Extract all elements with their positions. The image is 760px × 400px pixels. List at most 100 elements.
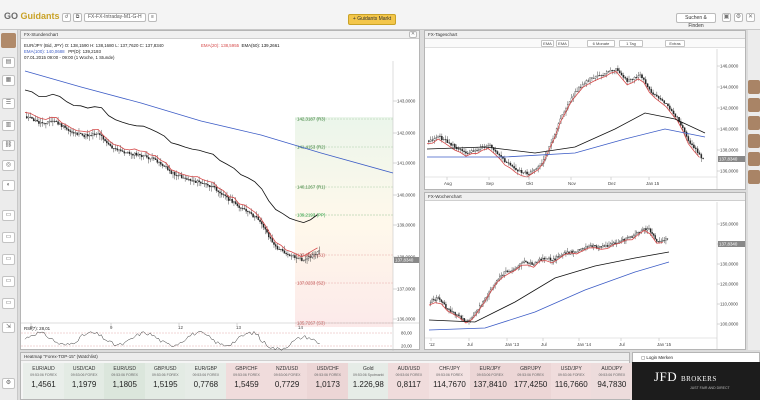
back-icon[interactable]: ↺ [62, 13, 71, 22]
search-button[interactable]: Suchen & Finden [676, 13, 716, 29]
login-remember[interactable]: ▢ Login Merken [641, 355, 673, 361]
heatmap-tile[interactable]: EUR/JPY 09:53:06 FOREX 137,8410 [469, 363, 511, 399]
sidebar-table-icon[interactable]: ▥ [2, 120, 15, 131]
daily-candle [589, 77, 591, 82]
sidebar-gauge-icon[interactable]: ◐ [2, 180, 15, 191]
daily-ema-button-1[interactable]: EMA [541, 40, 554, 47]
daily-candle [459, 148, 462, 150]
hourly-candle [316, 251, 319, 255]
daily-candle [672, 110, 675, 114]
daily-candle [618, 70, 621, 74]
sidebar-grid-icon[interactable]: ▦ [2, 75, 15, 86]
hourly-candle [193, 180, 195, 182]
hourly-last-price: 137,8340 [395, 258, 414, 263]
guidants-logo[interactable]: GO Guidants [4, 11, 60, 21]
daily-interval-select[interactable]: 1 Tag [619, 40, 643, 47]
heatmap-tile[interactable]: EUR/GBP 09:53:06 FOREX 0,7768 [185, 363, 227, 399]
sidebar-globe-icon[interactable]: ◎ [2, 160, 15, 171]
hourly-candle [184, 177, 186, 179]
weekly-candle [545, 258, 547, 260]
heatmap-tile[interactable]: GBP/CHF 09:53:06 FOREX 1,5459 [226, 363, 267, 399]
sidebar-layout-icon[interactable]: ▭ [2, 254, 15, 265]
sidebar-settings-icon[interactable]: ⚙ [2, 378, 15, 389]
guidants-markt-button[interactable]: + Guidants Markt [348, 14, 396, 25]
hourly-candle [220, 192, 223, 195]
hourly-chart-canvas[interactable]: 142,3187 (R3)141,4153 (R2)140,1267 (R1)1… [21, 61, 419, 351]
daily-candle [442, 139, 445, 141]
heatmap-tile[interactable]: AUD/JPY 09:53:06 FOREX 94,7830 [591, 363, 633, 399]
daily-candle [580, 86, 582, 88]
expert-avatar-1[interactable] [748, 80, 760, 94]
daily-candle [702, 157, 704, 159]
notification-icon[interactable]: ▣ [722, 13, 731, 22]
weekly-candle [586, 246, 589, 248]
jfd-brokers-logo[interactable]: JFD BROKERS JUST FAIR AND DIRECT [632, 362, 760, 400]
sidebar-expand-icon[interactable]: ⇲ [2, 322, 15, 333]
heatmap-tile[interactable]: USD/CHF 09:53:06 FOREX 1,0173 [307, 363, 349, 399]
heatmap-tile[interactable]: GBP/USD 09:53:06 FOREX 1,5195 [144, 363, 186, 399]
heatmap-tile[interactable]: USD/CAD 09:53:06 FOREX 1,1979 [63, 363, 105, 399]
hourly-candle [287, 253, 289, 255]
sidebar-panel-icon[interactable]: ▭ [2, 276, 15, 287]
sidebar-box-icon[interactable]: ▭ [2, 298, 15, 309]
hourly-candle [315, 254, 317, 255]
heatmap-tile[interactable]: USD/JPY 09:53:06 FOREX 116,7660 [550, 363, 592, 399]
menu-icon[interactable]: ≡ [148, 13, 157, 22]
user-avatar[interactable] [1, 33, 16, 48]
tile-time: 09:53:06 FOREX [192, 373, 220, 377]
heatmap-tile[interactable]: CHF/JPY 09:53:06 FOREX 114,7670 [429, 363, 470, 399]
heatmap-tile[interactable]: Gold 09:53:06 Spotmarkt 1.226,98 [347, 363, 389, 399]
daily-period-select[interactable]: 6 Monate [587, 40, 615, 47]
sidebar-monitor-icon[interactable]: ▭ [2, 232, 15, 243]
tile-time: 09:53:06 FOREX [436, 373, 463, 377]
daily-ema-button-2[interactable]: EMA [556, 40, 569, 47]
weekly-candle [574, 251, 576, 253]
hourly-rsi-line [24, 330, 320, 351]
daily-chart-canvas[interactable]: 146,0000 144,0000 142,0000 140,0000 138,0000… [425, 49, 745, 189]
daily-candle [528, 173, 530, 175]
heatmap-tile[interactable]: AUD/USD 09:53:06 FOREX 0,8117 [388, 363, 430, 399]
sidebar-chart-icon[interactable]: ▤ [2, 57, 15, 68]
weekly-chart-canvas[interactable]: 150,0000140,0000130,0000120,0000110,0000… [425, 202, 745, 350]
tile-symbol: GBP/USD [154, 366, 177, 372]
hourly-close-icon[interactable]: ✕ [409, 31, 417, 38]
hourly-range: 07.01.2015 09:00 - 09:00 (1 Woche, 1 Stu… [24, 55, 115, 60]
hourly-candle [167, 166, 169, 170]
daily-candle [457, 148, 460, 150]
workspace-select[interactable]: FX-FX-Intraday-M1-G-H [84, 13, 146, 22]
heatmap-tile[interactable]: EUR/USD 09:53:06 FOREX 1,1805 [104, 363, 146, 399]
daily-candle [696, 148, 699, 153]
daily-candle [654, 94, 656, 96]
weekly-candle [583, 248, 586, 250]
weekly-candle [551, 260, 553, 261]
hourly-candle [69, 130, 72, 132]
close-icon[interactable]: ✕ [746, 13, 755, 22]
copy-icon[interactable]: ⧉ [73, 13, 82, 22]
expert-avatar-4[interactable] [748, 134, 760, 148]
settings-icon[interactable]: ⚙ [734, 13, 743, 22]
heatmap-tile[interactable]: NZD/USD 09:53:06 FOREX 0,7729 [266, 363, 308, 399]
daily-candle [652, 92, 654, 95]
daily-candle [429, 139, 432, 142]
hourly-candle [88, 135, 91, 137]
weekly-candle [577, 249, 579, 253]
weekly-ytick-label: 100,0000 [720, 322, 739, 327]
expert-avatar-5[interactable] [748, 152, 760, 166]
heatmap-tile[interactable]: GBP/JPY 09:53:06 FOREX 177,4250 [510, 363, 552, 399]
weekly-candle [645, 228, 647, 231]
hourly-ema50: EMA(50): 139,2661 [241, 43, 280, 48]
heatmap-tile[interactable]: EUR/AUD 09:53:06 FOREX 1,4561 [23, 363, 64, 399]
expert-avatar-3[interactable] [748, 116, 760, 130]
sidebar-link-icon[interactable]: ⛓ [2, 140, 15, 151]
weekly-candle [542, 257, 544, 261]
expert-avatar-2[interactable] [748, 98, 760, 112]
expert-avatar-6[interactable] [748, 170, 760, 184]
sidebar-list-icon[interactable]: ☰ [2, 98, 15, 109]
daily-candle [494, 149, 497, 152]
hourly-candle [161, 164, 164, 166]
tile-value: 1,1979 [71, 380, 97, 389]
daily-extras-button[interactable]: Extras [665, 40, 685, 47]
tile-value: 0,8117 [396, 380, 421, 389]
daily-candle [680, 121, 682, 126]
sidebar-window-icon[interactable]: ▭ [2, 210, 15, 221]
